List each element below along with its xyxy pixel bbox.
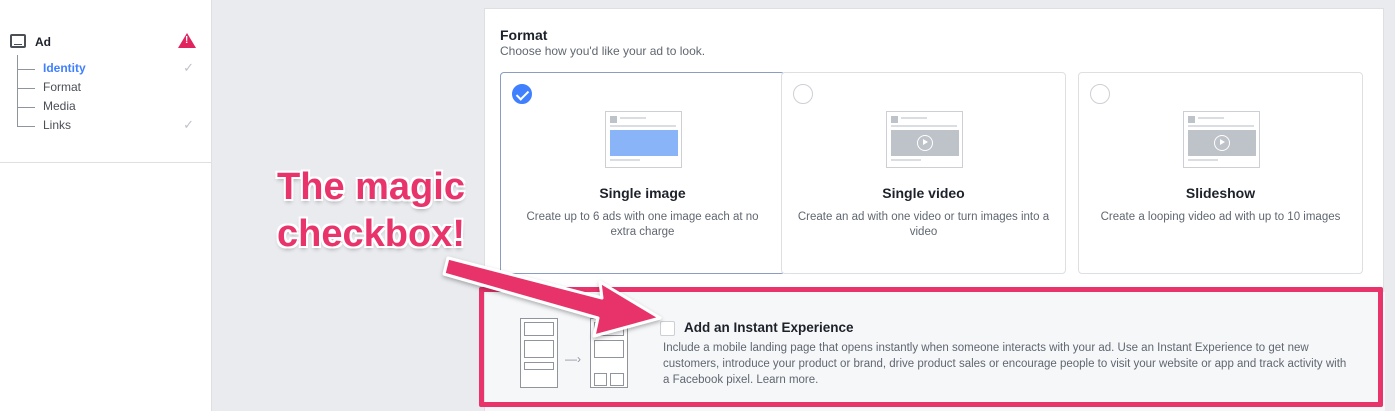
option-title: Single image xyxy=(599,185,686,201)
nav-item-media[interactable]: Media xyxy=(17,99,197,115)
annotation-highlight-box xyxy=(479,287,1383,407)
option-description: Create an ad with one video or turn imag… xyxy=(797,211,1050,238)
nav-ad-section[interactable]: Ad ! xyxy=(10,32,202,52)
nav-item-identity[interactable]: Identity ✓ xyxy=(17,60,197,77)
slideshow-preview-icon xyxy=(1182,111,1260,168)
check-icon: ✓ xyxy=(183,60,194,75)
check-icon: ✓ xyxy=(183,117,194,132)
divider xyxy=(0,162,212,163)
format-option-slideshow[interactable]: Slideshow Create a looping video ad with… xyxy=(1078,72,1363,274)
nav-item-label: Links xyxy=(43,118,72,132)
left-nav-panel: Ad ! Identity ✓ Format Media Links ✓ xyxy=(0,0,212,411)
single-video-preview-icon xyxy=(885,111,963,168)
nav-item-label: Media xyxy=(43,99,76,113)
warning-triangle-icon: ! xyxy=(178,33,196,48)
option-description: Create up to 6 ads with one image each a… xyxy=(526,211,759,238)
format-option-single-image[interactable]: Single image Create up to 6 ads with one… xyxy=(500,72,785,274)
nav-item-links[interactable]: Links ✓ xyxy=(17,117,197,134)
annotation-line-1: The magic xyxy=(277,166,465,208)
nav-item-label: Identity xyxy=(43,61,86,75)
play-icon xyxy=(916,135,933,151)
option-title: Single video xyxy=(882,185,965,201)
ad-icon xyxy=(10,34,26,48)
option-description: Create a looping video ad with up to 10 … xyxy=(1100,211,1341,223)
nav-ad-label: Ad xyxy=(35,35,51,49)
play-icon xyxy=(1213,135,1230,151)
option-title: Slideshow xyxy=(1185,185,1256,201)
single-image-preview-icon xyxy=(604,111,682,168)
section-subtitle: Choose how you'd like your ad to look. xyxy=(500,44,706,58)
radio-button[interactable] xyxy=(793,84,813,104)
nav-item-format[interactable]: Format xyxy=(17,80,197,96)
selected-check-icon[interactable] xyxy=(512,84,532,104)
format-option-single-video[interactable]: Single video Create an ad with one video… xyxy=(781,72,1066,274)
nav-item-label: Format xyxy=(43,80,82,94)
annotation-callout: The magic checkbox! xyxy=(266,164,476,258)
annotation-line-2: checkbox! xyxy=(277,213,465,255)
section-title: Format xyxy=(500,27,548,43)
radio-button[interactable] xyxy=(1090,84,1110,104)
